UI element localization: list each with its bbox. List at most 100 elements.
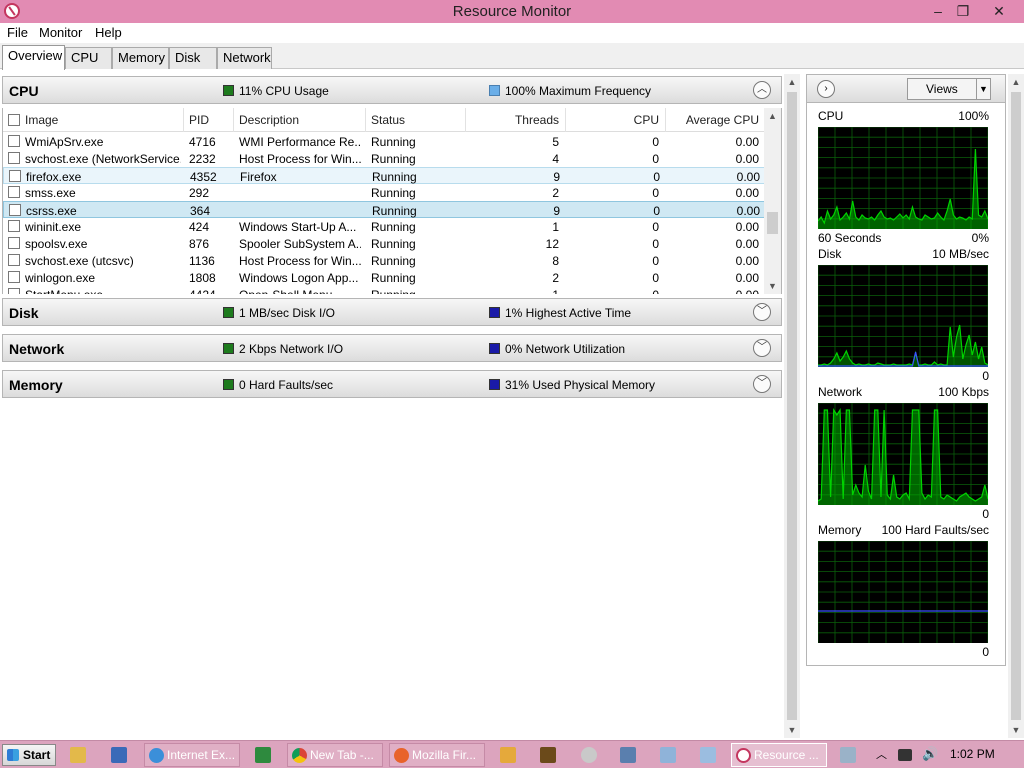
cell-cpu: 0 (569, 288, 659, 294)
taskbar-resource-monitor[interactable]: Resource ... (731, 743, 827, 767)
row-checkbox[interactable] (8, 135, 20, 147)
tab-memory[interactable]: Memory (112, 47, 169, 69)
media-player-icon[interactable] (500, 747, 516, 763)
scroll-thumb[interactable] (767, 212, 778, 234)
keyboard-icon[interactable] (700, 747, 716, 763)
right-pane-scrollbar[interactable]: ▲ ▼ (1008, 74, 1024, 738)
tab-cpu[interactable]: CPU (65, 47, 112, 69)
row-checkbox[interactable] (9, 204, 21, 216)
table-row[interactable]: spoolsv.exe 876 Spooler SubSystem A... Runn… (3, 235, 765, 252)
performance-icon[interactable] (840, 747, 856, 763)
disk-tool-icon[interactable] (581, 747, 597, 763)
cell-pid: 4352 (190, 170, 217, 184)
row-checkbox[interactable] (8, 288, 20, 294)
cell-avg: 0.00 (735, 135, 759, 149)
table-row[interactable]: wininit.exe 424 Windows Start-Up A... Runni… (3, 218, 765, 235)
mail-icon[interactable] (111, 747, 127, 763)
table-row[interactable]: csrss.exe 364 Running 9 0 0.00 (3, 201, 765, 218)
cpu-graph (818, 127, 988, 229)
tab-disk[interactable]: Disk (169, 47, 217, 69)
scroll-thumb[interactable] (1011, 92, 1021, 720)
cpu-graph-title: CPU (818, 109, 844, 123)
row-checkbox[interactable] (8, 186, 20, 198)
disk-graph-title: Disk (818, 247, 842, 261)
row-checkbox[interactable] (8, 237, 20, 249)
col-image[interactable]: Image (25, 113, 58, 127)
taskbar-internet-explorer[interactable]: Internet Ex... (144, 743, 240, 767)
scroll-down-arrow-icon[interactable]: ▼ (784, 722, 800, 738)
row-checkbox[interactable] (8, 254, 20, 266)
col-threads[interactable]: Threads (469, 113, 559, 127)
expand-chevron-icon[interactable]: ﹀ (753, 303, 771, 321)
tab-overview[interactable]: Overview (2, 45, 65, 70)
scroll-up-arrow-icon[interactable]: ▲ (764, 108, 781, 124)
clock[interactable]: 1:02 PM (950, 747, 995, 761)
scroll-thumb[interactable] (787, 92, 797, 720)
file-explorer-icon[interactable] (70, 747, 86, 763)
tab-network[interactable]: Network (217, 47, 272, 69)
archive-icon[interactable] (540, 747, 556, 763)
disk-io-legend-swatch (223, 307, 234, 318)
scroll-down-arrow-icon[interactable]: ▼ (764, 278, 781, 294)
table-row[interactable]: winlogon.exe 1808 Windows Logon App... Runn… (3, 269, 765, 286)
cell-cpu: 0 (652, 152, 659, 166)
table-row[interactable]: WmiApSrv.exe 4716 WMI Performance Re... Run… (3, 133, 765, 150)
restore-button[interactable]: ❐ (950, 0, 976, 22)
network-status-icon[interactable] (898, 749, 912, 761)
table-row[interactable]: smss.exe 292 Running 2 0 0.00 (3, 184, 765, 201)
close-button[interactable]: ✕ (976, 0, 1022, 22)
graphs-pane: › Views ▼ CPU 100% 60 Seconds 0% Disk 10… (806, 74, 1006, 666)
left-pane-scrollbar[interactable]: ▲ ▼ (784, 74, 800, 738)
row-checkbox[interactable] (8, 152, 20, 164)
cell-status: Running (371, 152, 416, 166)
cell-avg: 0.00 (735, 254, 759, 268)
scroll-down-arrow-icon[interactable]: ▼ (1008, 722, 1024, 738)
col-status[interactable]: Status (371, 113, 405, 127)
row-checkbox[interactable] (9, 170, 21, 182)
cpu-section-header[interactable]: CPU 11% CPU Usage 100% Maximum Frequency… (2, 76, 782, 104)
menu-monitor[interactable]: Monitor (39, 25, 82, 40)
scroll-up-arrow-icon[interactable]: ▲ (1008, 74, 1024, 90)
row-checkbox[interactable] (8, 220, 20, 232)
views-dropdown[interactable]: Views ▼ (907, 78, 991, 100)
table-scrollbar[interactable]: ▲ ▼ (764, 108, 781, 294)
volume-icon[interactable]: 🔊 (922, 746, 938, 762)
menu-help[interactable]: Help (95, 25, 122, 40)
notepad-icon[interactable] (660, 747, 676, 763)
spreadsheet-icon[interactable] (255, 747, 271, 763)
expand-chevron-icon[interactable]: ﹀ (753, 375, 771, 393)
start-button[interactable]: Start (2, 744, 56, 766)
network-tool-icon[interactable] (620, 747, 636, 763)
select-all-checkbox[interactable] (8, 114, 20, 126)
table-row[interactable]: StartMenu.exe 4424 Open-Shell Menu Running 1… (3, 286, 765, 294)
cpu-usage-legend-swatch (223, 85, 234, 96)
memory-section-header[interactable]: Memory 0 Hard Faults/sec 31% Used Physic… (2, 370, 782, 398)
menu-file[interactable]: File (7, 25, 28, 40)
col-average-cpu[interactable]: Average CPU (669, 113, 759, 127)
row-checkbox[interactable] (8, 271, 20, 283)
show-hidden-icons-chevron-icon[interactable]: ︿ (876, 746, 887, 762)
cpu-usage-metric: 11% CPU Usage (223, 84, 329, 98)
col-cpu[interactable]: CPU (569, 113, 659, 127)
col-pid[interactable]: PID (189, 113, 209, 127)
table-row[interactable]: svchost.exe (NetworkService... 2232 Host P… (3, 150, 765, 167)
cell-status: Running (372, 204, 417, 218)
cell-cpu: 0 (652, 254, 659, 268)
cell-threads: 9 (553, 170, 560, 184)
col-description[interactable]: Description (239, 113, 299, 127)
expand-chevron-icon[interactable]: ﹀ (753, 339, 771, 357)
expand-arrow-icon[interactable]: › (817, 80, 835, 98)
cell-cpu: 0 (652, 237, 659, 251)
table-row[interactable]: svchost.exe (utcsvc) 1136 Host Process for… (3, 252, 765, 269)
network-io-metric: 2 Kbps Network I/O (223, 342, 343, 356)
taskbar-chrome[interactable]: New Tab -... (287, 743, 383, 767)
network-section-header[interactable]: Network 2 Kbps Network I/O 0% Network Ut… (2, 334, 782, 362)
collapse-chevron-icon[interactable]: ︿ (753, 81, 771, 99)
table-row[interactable]: firefox.exe 4352 Firefox Running 9 0 0.00 (3, 167, 765, 184)
cell-desc: Firefox (240, 170, 277, 184)
scroll-up-arrow-icon[interactable]: ▲ (784, 74, 800, 90)
minimize-button[interactable]: – (924, 0, 952, 22)
memory-graph (818, 541, 988, 643)
taskbar-firefox[interactable]: Mozilla Fir... (389, 743, 485, 767)
disk-section-header[interactable]: Disk 1 MB/sec Disk I/O 1% Highest Active… (2, 298, 782, 326)
